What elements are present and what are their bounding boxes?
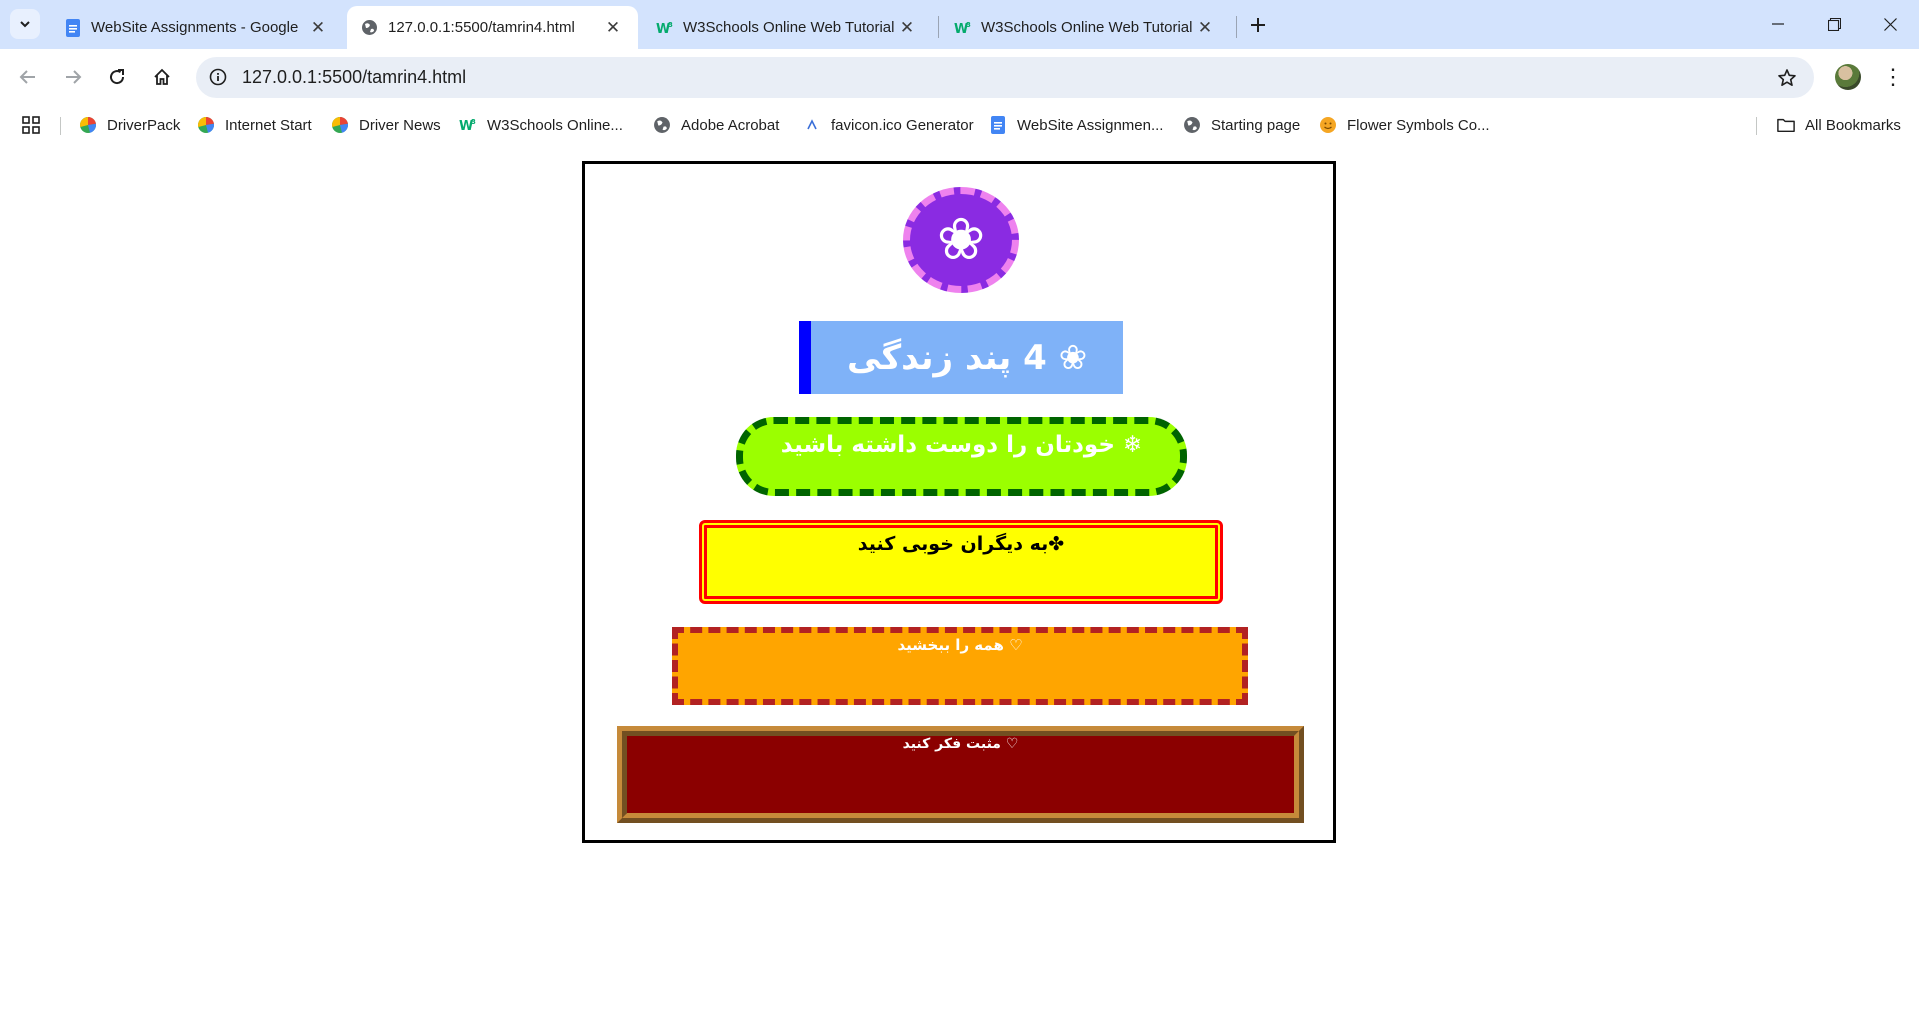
reload-button[interactable] xyxy=(99,59,135,95)
home-button[interactable] xyxy=(144,59,180,95)
advice-item: ♡ همه را ببخشید xyxy=(672,627,1248,705)
arrow-left-icon xyxy=(19,70,35,84)
globe-icon xyxy=(361,19,378,36)
driverpack-icon xyxy=(331,116,349,134)
close-icon[interactable]: ✕ xyxy=(896,17,918,39)
all-bookmarks-label: All Bookmarks xyxy=(1805,116,1901,134)
w3schools-icon: W3 xyxy=(954,19,971,36)
bookmark-label: Starting page xyxy=(1211,116,1301,134)
bookmark-label: Internet Start xyxy=(225,116,312,134)
address-bar[interactable]: 127.0.0.1:5500/tamrin4.html xyxy=(196,57,1814,98)
tab-title: WebSite Assignments - Google xyxy=(91,19,299,36)
content-frame: ❀ ❀ 4 پند زندگی ❄ خودتان را دوست داشته ب… xyxy=(582,161,1336,843)
profile-avatar[interactable] xyxy=(1835,64,1861,90)
close-icon[interactable]: ✕ xyxy=(307,17,329,39)
all-bookmarks-button[interactable]: All Bookmarks xyxy=(1777,113,1901,137)
restore-button[interactable] xyxy=(1814,8,1854,40)
folder-icon xyxy=(1777,116,1795,134)
bookmark-label: W3Schools Online... xyxy=(487,116,623,134)
favicon-generator-icon xyxy=(803,116,821,134)
flower-icon: ❀ xyxy=(936,207,986,272)
close-window-button[interactable] xyxy=(1870,8,1910,40)
bookmark-item[interactable]: favicon.ico Generator xyxy=(803,113,974,137)
tab-strip: WebSite Assignments - Google ✕ 127.0.0.1… xyxy=(0,0,1919,49)
plus-icon xyxy=(1251,18,1265,32)
globe-icon xyxy=(1183,116,1201,134)
bookmark-label: DriverPack xyxy=(107,116,181,134)
bookmark-item[interactable]: Flower Symbols Co... xyxy=(1319,113,1490,137)
restore-icon xyxy=(1827,17,1841,31)
bookmark-item[interactable]: WebSite Assignmen... xyxy=(989,113,1163,137)
bookmarks-bar: DriverPack Internet Start Driver News W3… xyxy=(0,108,1919,142)
bookmark-item[interactable]: DriverPack xyxy=(79,113,180,137)
w3schools-icon: W3 xyxy=(656,19,673,36)
advice-item: ❄ خودتان را دوست داشته باشید xyxy=(736,417,1187,496)
tab-title: W3Schools Online Web Tutorial xyxy=(981,19,1193,36)
bookmark-label: Adobe Acrobat xyxy=(681,116,780,134)
bookmarks-divider xyxy=(1756,117,1757,135)
driverpack-icon xyxy=(79,116,97,134)
bookmark-label: Driver News xyxy=(359,116,441,134)
back-button[interactable] xyxy=(10,59,46,95)
new-tab-button[interactable] xyxy=(1244,11,1272,39)
tab-divider xyxy=(1236,16,1237,38)
tab-w3schools-1[interactable]: W3 W3Schools Online Web Tutorial ✕ xyxy=(642,6,932,49)
svg-text:3: 3 xyxy=(471,118,476,126)
chevron-down-icon xyxy=(20,21,30,28)
globe-icon xyxy=(653,116,671,134)
more-menu-icon[interactable]: ⋮ xyxy=(1880,63,1906,91)
flower-badge: ❀ xyxy=(903,187,1019,293)
bookmark-item[interactable]: Adobe Acrobat xyxy=(653,113,779,137)
emoji-icon xyxy=(1319,116,1337,134)
bookmark-star-icon[interactable] xyxy=(1774,65,1800,91)
home-icon xyxy=(154,68,170,85)
close-icon xyxy=(1883,17,1897,31)
bookmark-label: Flower Symbols Co... xyxy=(1347,116,1490,134)
tab-tamrin4[interactable]: 127.0.0.1:5500/tamrin4.html ✕ xyxy=(347,6,638,49)
bookmarks-divider xyxy=(60,117,61,135)
page-title: ❀ 4 پند زندگی xyxy=(799,321,1123,394)
bookmark-item[interactable]: Driver News xyxy=(331,113,441,137)
advice-item: ✤به دیگران خوبی کنید xyxy=(699,520,1223,604)
svg-text:3: 3 xyxy=(966,21,971,29)
apps-grid-icon xyxy=(22,116,40,134)
driverpack-icon xyxy=(197,116,215,134)
arrow-right-icon xyxy=(66,70,82,84)
tab-divider xyxy=(938,16,939,38)
w3schools-icon: W3 xyxy=(459,116,477,134)
browser-toolbar: 127.0.0.1:5500/tamrin4.html ⋮ xyxy=(0,49,1919,108)
reload-icon xyxy=(110,69,125,85)
site-info-icon[interactable] xyxy=(206,65,230,89)
close-icon[interactable]: ✕ xyxy=(1194,17,1216,39)
bookmark-item[interactable]: Internet Start xyxy=(197,113,312,137)
svg-text:3: 3 xyxy=(668,21,673,29)
tab-w3schools-2[interactable]: W3 W3Schools Online Web Tutorial ✕ xyxy=(940,6,1230,49)
apps-button[interactable] xyxy=(22,113,50,137)
bookmark-item[interactable]: Starting page xyxy=(1183,113,1300,137)
minimize-button[interactable] xyxy=(1758,8,1798,40)
google-docs-icon xyxy=(989,116,1007,134)
google-docs-icon xyxy=(64,18,81,37)
bookmark-label: favicon.ico Generator xyxy=(831,116,974,134)
tab-website-assignments[interactable]: WebSite Assignments - Google ✕ xyxy=(50,6,343,49)
tab-title: W3Schools Online Web Tutorial xyxy=(683,19,895,36)
advice-item: ♡ مثبت فکر کنید xyxy=(617,726,1304,823)
url-text[interactable]: 127.0.0.1:5500/tamrin4.html xyxy=(242,67,466,88)
close-icon[interactable]: ✕ xyxy=(602,17,624,39)
minimize-icon xyxy=(1772,23,1784,25)
bookmark-item[interactable]: W3 W3Schools Online... xyxy=(459,113,623,137)
tab-title: 127.0.0.1:5500/tamrin4.html xyxy=(388,19,575,36)
bookmark-label: WebSite Assignmen... xyxy=(1017,116,1164,134)
forward-button[interactable] xyxy=(55,59,91,95)
tab-search-button[interactable] xyxy=(10,9,40,39)
